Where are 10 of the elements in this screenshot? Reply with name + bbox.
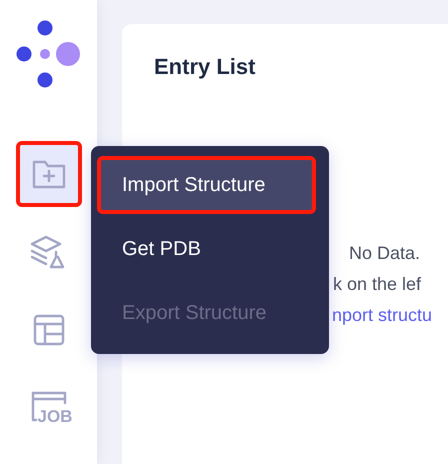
layout-icon bbox=[32, 313, 66, 347]
empty-hint: k on the lef bbox=[333, 273, 422, 296]
menu-item[interactable]: Get PDB bbox=[97, 220, 316, 278]
logo-icon bbox=[16, 20, 82, 88]
card-title: Entry List bbox=[154, 53, 256, 81]
sidebar-item[interactable] bbox=[16, 141, 82, 207]
folder-plus-icon bbox=[32, 158, 66, 190]
empty-message: No Data. bbox=[349, 242, 420, 265]
import-link[interactable]: nport structu bbox=[332, 300, 432, 331]
menu-item[interactable]: Import Structure bbox=[97, 156, 316, 214]
